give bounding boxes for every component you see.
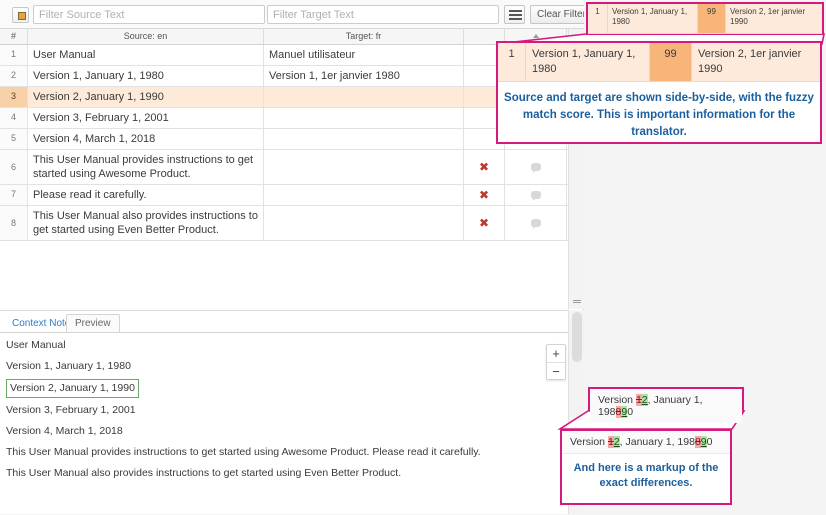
callout-top: 1 Version 1, January 1, 1980 99 Version … (496, 41, 822, 144)
tm-match-score: 99 (650, 43, 692, 81)
tm-match-strip: 1 Version 1, January 1, 1980 99 Version … (586, 2, 824, 35)
tab-preview[interactable]: Preview (66, 314, 120, 332)
row-source-text[interactable]: This User Manual also provides instructi… (28, 206, 264, 240)
callout-bottom-note: And here is a markup of the exact differ… (562, 454, 730, 498)
sort-ascending-icon (533, 34, 539, 38)
preview-line: This User Manual provides instructions t… (0, 442, 568, 463)
preview-line: Version 4, March 1, 2018 (0, 421, 568, 442)
filter-source-input[interactable] (33, 5, 265, 24)
tm-match-number: 1 (588, 4, 608, 33)
filter-toolbar: Clear Filter (0, 0, 584, 29)
table-row[interactable]: 4 Version 3, February 1, 2001 (0, 108, 568, 129)
row-source-text[interactable]: Version 3, February 1, 2001 (28, 108, 264, 128)
row-number: 7 (0, 185, 28, 205)
row-number: 5 (0, 129, 28, 149)
diff-suffix: 0 (627, 406, 633, 418)
zoom-out-button[interactable]: − (547, 363, 565, 380)
preview-line: User Manual (0, 335, 568, 356)
column-header-number[interactable]: # (0, 29, 28, 44)
row-target-text[interactable]: Version 1, 1er janvier 1980 (264, 66, 464, 86)
row-number: 2 (0, 66, 28, 86)
grid-header-row: # Source: en Target: fr (0, 29, 568, 45)
tm-match-source: Version 1, January 1, 1980 (608, 4, 698, 33)
column-header-target[interactable]: Target: fr (264, 29, 464, 44)
diff-deleted: 1 (636, 394, 642, 406)
row-comment-cell[interactable] (505, 185, 567, 205)
row-target-text[interactable] (264, 206, 464, 240)
row-target-text[interactable] (264, 129, 464, 149)
preview-line: Version 1, January 1, 1980 (0, 356, 568, 377)
tabstrip: Context Note Preview (0, 314, 568, 333)
row-comment-cell[interactable] (505, 206, 567, 240)
list-icon[interactable] (504, 5, 525, 24)
row-comment-cell[interactable] (505, 150, 567, 184)
row-source-text[interactable]: Version 2, January 1, 1990 (28, 87, 264, 107)
zoom-control: + − (546, 344, 566, 380)
diff-prefix: Version (598, 394, 636, 406)
row-number: 4 (0, 108, 28, 128)
row-target-text[interactable] (264, 108, 464, 128)
tm-match-row[interactable]: 1 Version 1, January 1, 1980 99 Version … (498, 43, 820, 82)
tm-match-score: 99 (698, 4, 726, 33)
row-source-text[interactable]: User Manual (28, 45, 264, 65)
tm-match-number: 1 (498, 43, 526, 81)
table-row[interactable]: 1 User Manual Manuel utilisateur (0, 45, 568, 66)
zoom-in-button[interactable]: + (547, 345, 565, 362)
preview-body: User Manual Version 1, January 1, 1980 V… (0, 335, 568, 515)
list-icon-bar (509, 10, 522, 12)
diff-strip: Version 12, January 1, 198890 (588, 387, 744, 411)
table-row[interactable]: 8 This User Manual also provides instruc… (0, 206, 568, 241)
row-number: 3 (0, 87, 28, 107)
row-source-text[interactable]: Please read it carefully. (28, 185, 264, 205)
row-source-text[interactable]: Version 4, March 1, 2018 (28, 129, 264, 149)
bottom-pane: Context Note Preview User Manual Version… (0, 310, 584, 514)
row-number: 8 (0, 206, 28, 240)
scrollbar-grip-icon (573, 300, 581, 301)
preview-line: This User Manual also provides instructi… (0, 463, 568, 484)
row-target-text[interactable] (264, 87, 464, 107)
row-target-text[interactable]: Manuel utilisateur (264, 45, 464, 65)
comment-bubble-icon (531, 219, 541, 227)
diff-suffix: 0 (707, 436, 713, 448)
row-number: 6 (0, 150, 28, 184)
tm-match-target: Version 2, 1er janvier 1990 (726, 4, 822, 33)
list-icon-bar (509, 14, 522, 16)
table-row[interactable]: 5 Version 4, March 1, 2018 (0, 129, 568, 150)
row-target-text[interactable] (264, 185, 464, 205)
row-number: 1 (0, 45, 28, 65)
list-icon-bar (509, 18, 522, 20)
table-row[interactable]: 6 This User Manual provides instructions… (0, 150, 568, 185)
row-target-text[interactable] (264, 150, 464, 184)
callout-top-note: Source and target are shown side-by-side… (498, 82, 820, 150)
diff-deleted: 1 (608, 436, 614, 448)
square-icon (18, 12, 26, 20)
comment-bubble-icon (531, 163, 541, 171)
row-source-text[interactable]: Version 1, January 1, 1980 (28, 66, 264, 86)
callout-bottom: Version 12, January 1, 198890 And here i… (560, 429, 732, 505)
diff-middle: , January 1, 198 (620, 436, 695, 448)
tm-match-row[interactable]: 1 Version 1, January 1, 1980 99 Version … (588, 4, 822, 34)
diff-line: Version 12, January 1, 198890 (562, 431, 730, 454)
grid-options-button[interactable] (12, 7, 29, 23)
scrollbar-thumb[interactable] (572, 312, 582, 362)
preview-line-highlighted[interactable]: Version 2, January 1, 1990 (6, 379, 139, 398)
column-header-source[interactable]: Source: en (28, 29, 264, 44)
comment-bubble-icon (531, 191, 541, 199)
table-row-selected[interactable]: 3 Version 2, January 1, 1990 (0, 87, 568, 108)
diff-deleted: 8 (695, 436, 701, 448)
diff-prefix: Version (570, 436, 608, 448)
table-row[interactable]: 7 Please read it carefully. ✖ (0, 185, 568, 206)
row-status-flag[interactable]: ✖ (464, 150, 505, 184)
row-status-flag[interactable]: ✖ (464, 206, 505, 240)
filter-target-input[interactable] (267, 5, 499, 24)
diff-line: Version 12, January 1, 198890 (590, 389, 742, 423)
preview-line: Version 3, February 1, 2001 (0, 400, 568, 421)
row-source-text[interactable]: This User Manual provides instructions t… (28, 150, 264, 184)
tm-match-source: Version 1, January 1, 1980 (526, 43, 650, 81)
tm-match-target: Version 2, 1er janvier 1990 (692, 43, 820, 81)
row-status-flag[interactable]: ✖ (464, 185, 505, 205)
table-row[interactable]: 2 Version 1, January 1, 1980 Version 1, … (0, 66, 568, 87)
segment-grid: # Source: en Target: fr 1 User Manual Ma… (0, 29, 568, 309)
